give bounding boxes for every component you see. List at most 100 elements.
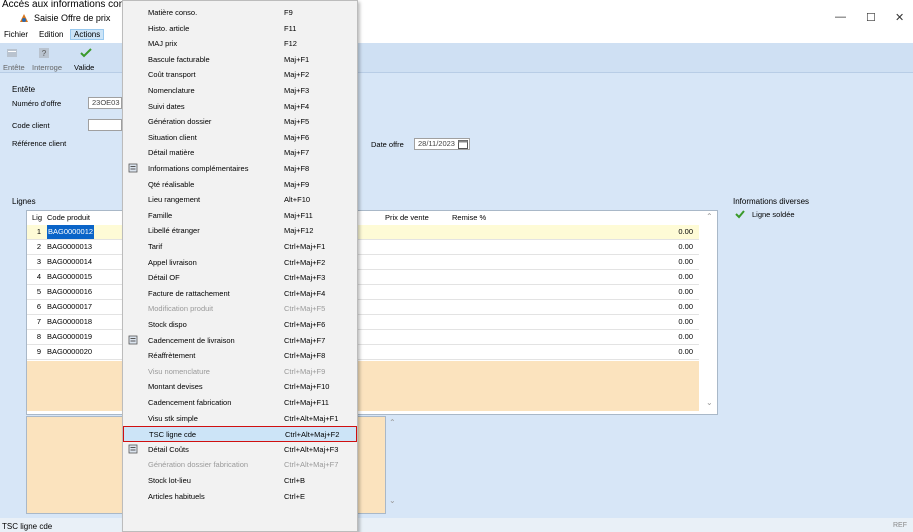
client-code-field[interactable] [88,119,122,131]
context-menu-item[interactable]: TSC ligne cde Ctrl+Alt+Maj+F2 [123,426,357,442]
product-code[interactable]: BAG0000018 [47,315,92,329]
context-menu-item[interactable]: Stock dispo Ctrl+Maj+F6 [123,317,357,332]
context-menu-item[interactable]: Lieu rangement Alt+F10 [123,192,357,207]
menu-item-label: Cadencement de livraison [148,335,235,345]
menu-item-shortcut: Maj+F8 [284,164,310,173]
context-menu-item[interactable]: Tarif Ctrl+Maj+F1 [123,239,357,254]
context-menu-item[interactable]: MAJ prix F12 [123,36,357,51]
context-menu-item[interactable]: Appel livraison Ctrl+Maj+F2 [123,255,357,270]
context-menu-item[interactable]: Situation client Maj+F6 [123,130,357,145]
memo-scroll-up-icon[interactable]: ⌃ [389,418,396,427]
column-prix-vente[interactable]: Prix de vente [385,213,429,222]
menu-item-shortcut: Maj+F6 [284,132,310,142]
discount-value[interactable]: 0.00 [678,345,693,359]
discount-value[interactable]: 0.00 [678,240,693,254]
menu-item-shortcut: Maj+F12 [284,226,314,236]
menu-item-shortcut: Ctrl+Maj+F5 [284,304,326,314]
row-number: 4 [36,272,41,281]
toolbar-entete-button[interactable]: Entête [3,63,25,72]
column-remise[interactable]: Remise % [452,213,486,222]
context-menu-item[interactable]: Matière conso. F9 [123,5,357,20]
context-menu-item[interactable]: Informations complémentaires Maj+F8 [123,161,357,176]
menu-item-label: Nomenclature [148,86,195,95]
scroll-up-icon[interactable]: ⌃ [706,212,713,221]
menu-actions[interactable]: Actions [70,29,105,40]
menu-item-label: Suivi dates [148,101,185,111]
context-menu-item[interactable]: Cadencement de livraison Ctrl+Maj+F7 [123,333,357,348]
context-menu-item[interactable]: Famille Maj+F11 [123,208,357,223]
close-button[interactable]: ✕ [895,11,904,24]
maximize-button[interactable]: ☐ [866,11,876,24]
product-code[interactable]: BAG0000015 [47,270,92,284]
context-menu-item[interactable]: Nomenclature Maj+F3 [123,83,357,98]
menu-fichier[interactable]: Fichier [4,30,28,39]
context-menu-item[interactable]: Réaffrètement Ctrl+Maj+F8 [123,348,357,363]
discount-value[interactable]: 0.00 [678,330,693,344]
menu-item-label: TSC ligne cde [149,430,197,440]
product-code[interactable]: BAG0000020 [47,345,92,359]
context-menu-item[interactable]: Génération dossier Maj+F5 [123,114,357,129]
menu-edition[interactable]: Edition [39,30,63,39]
menu-item-label: Appel livraison [148,257,197,267]
context-menu-item[interactable]: Facture de rattachement Ctrl+Maj+F4 [123,286,357,301]
context-menu-item[interactable]: Bascule facturable Maj+F1 [123,52,357,67]
context-menu-item[interactable]: Histo. article F11 [123,21,357,36]
menu-item-label: Visu nomenclature [148,366,210,376]
menu-item-shortcut: Maj+F3 [284,86,310,95]
menu-item-label: Articles habituels [148,491,205,501]
context-menu-item[interactable]: Libellé étranger Maj+F12 [123,223,357,238]
scroll-down-icon[interactable]: ⌄ [706,398,713,407]
header-section-title: Entête [12,85,36,94]
menu-item-shortcut: Ctrl+Alt+Maj+F1 [284,413,339,423]
context-menu-item[interactable]: Détail Coûts Ctrl+Alt+Maj+F3 [123,442,357,457]
product-code[interactable]: BAG0000014 [47,255,92,269]
minimize-button[interactable]: — [835,11,846,23]
column-lig[interactable]: Lig [32,213,42,222]
menu-item-label: Tarif [148,242,163,251]
discount-value[interactable]: 0.00 [678,315,693,329]
row-number: 1 [36,227,41,236]
offer-number-field[interactable]: 23OE03 [88,97,122,109]
menu-item-label: Libellé étranger [148,226,200,236]
menu-item-shortcut: Ctrl+Maj+F8 [284,351,326,361]
menu-item-shortcut: Ctrl+Alt+Maj+F3 [284,444,339,454]
product-code[interactable]: BAG0000012 [47,225,95,239]
svg-text:?: ? [42,49,47,58]
row-number: 7 [36,317,41,326]
product-code[interactable]: BAG0000016 [47,285,92,299]
context-menu-item[interactable]: Articles habituels Ctrl+E [123,489,357,504]
toolbar-interroge-button[interactable]: Interroge [32,63,62,72]
row-number: 8 [36,332,41,341]
discount-value[interactable]: 0.00 [678,225,693,239]
context-menu-item[interactable]: Qté réalisable Maj+F9 [123,177,357,192]
discount-value[interactable]: 0.00 [678,270,693,284]
toolbar-valide-button[interactable]: Valide [74,63,94,72]
memo-scroll-down-icon[interactable]: ⌄ [389,496,396,505]
context-menu-item[interactable]: Visu stk simple Ctrl+Alt+Maj+F1 [123,411,357,426]
context-menu-item[interactable]: Cadencement fabrication Ctrl+Maj+F11 [123,395,357,410]
menu-item-label: Matière conso. [148,8,198,17]
context-menu-item[interactable]: Suivi dates Maj+F4 [123,99,357,114]
menu-item-label: Modification produit [148,304,214,314]
menu-item-shortcut: Ctrl+Maj+F3 [284,273,326,283]
context-menu-item[interactable]: Stock lot-lieu Ctrl+B [123,473,357,488]
discount-value[interactable]: 0.00 [678,255,693,269]
calendar-icon[interactable] [458,139,468,149]
column-code-produit[interactable]: Code produit [47,213,90,222]
context-menu: Matière conso. F9 Histo. article F11 MAJ pri… [122,0,358,532]
menu-item-label: Génération dossier fabrication [148,460,249,470]
row-number: 2 [36,242,41,251]
discount-value[interactable]: 0.00 [678,285,693,299]
menu-item-shortcut: Maj+F1 [284,54,310,64]
menu-item-label: Visu stk simple [148,413,198,423]
context-menu-item[interactable]: Détail matière Maj+F7 [123,145,357,160]
context-menu-item[interactable]: Détail OF Ctrl+Maj+F3 [123,270,357,285]
discount-value[interactable]: 0.00 [678,300,693,314]
menu-item-label: Famille [148,210,173,220]
product-code[interactable]: BAG0000013 [47,240,92,254]
product-code[interactable]: BAG0000019 [47,330,92,344]
product-code[interactable]: BAG0000017 [47,300,92,314]
context-menu-item[interactable]: Coût transport Maj+F2 [123,67,357,82]
context-menu-item[interactable]: Montant devises Ctrl+Maj+F10 [123,379,357,394]
client-ref-label: Référence client [12,139,67,148]
